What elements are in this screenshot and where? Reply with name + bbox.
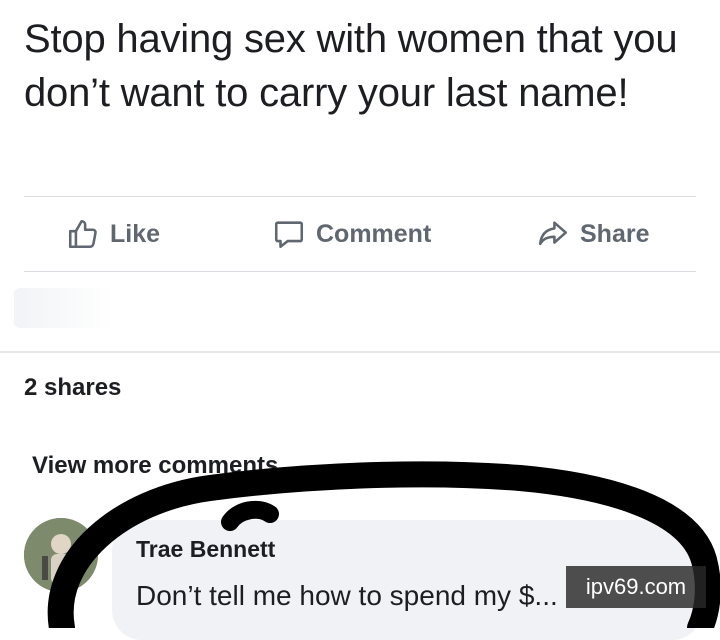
like-label: Like [110,219,161,248]
speech-bubble-icon [272,217,306,251]
divider [24,271,696,272]
view-more-comments-link[interactable]: View more comments [32,452,278,480]
post-text: Stop having sex with women that you don’… [24,17,678,115]
section-divider [0,351,720,353]
share-label: Share [580,219,650,248]
post-actions: Like Comment Share [24,197,696,271]
share-button[interactable]: Share [536,197,649,271]
comment-author[interactable]: Trae Bennett [136,536,275,563]
thumbs-up-icon [66,217,100,251]
like-button[interactable]: Like [66,197,160,271]
share-arrow-icon [536,217,570,251]
blurred-region [14,288,114,328]
comment-button[interactable]: Comment [272,197,431,271]
comment-text: Don’t tell me how to spend my $... [136,580,558,611]
shares-count[interactable]: 2 shares [24,374,121,402]
watermark: ipv69.com [566,566,706,608]
comment-label: Comment [316,219,432,248]
avatar[interactable] [24,518,98,592]
